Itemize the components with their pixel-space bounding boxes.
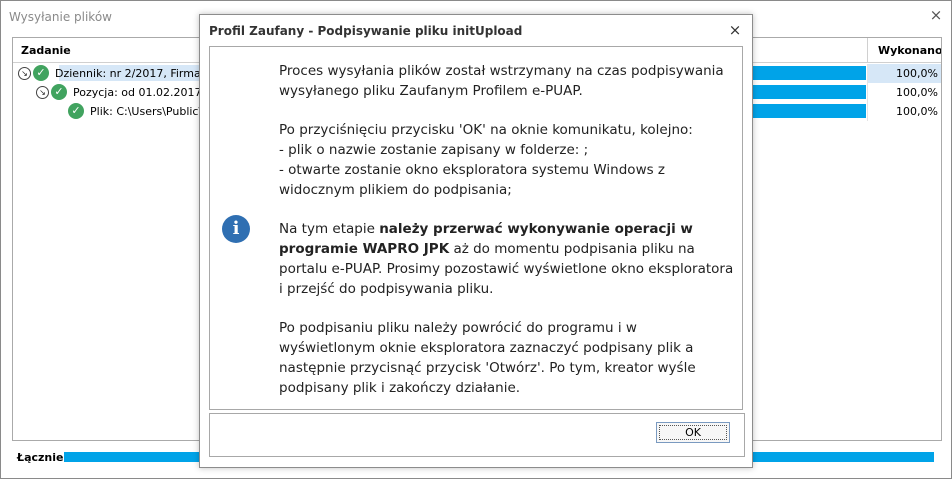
row-percent: 100,0% xyxy=(896,67,938,80)
check-icon: ✓ xyxy=(51,84,67,100)
row-percent: 100,0% xyxy=(896,86,938,99)
message-paragraph-4: Po podpisaniu pliku należy powrócić do p… xyxy=(279,320,696,396)
row-label: Dziennik: nr 2/2017, Firma: fi xyxy=(55,67,215,80)
row-progress-bar xyxy=(753,85,866,99)
row-percent-cell: 100,0% xyxy=(867,83,941,102)
row-progress-bar xyxy=(753,66,866,80)
row-label: Pozycja: od 01.02.2017 do xyxy=(73,86,219,99)
total-label: Łącznie xyxy=(17,451,64,464)
dialog-message: Proces wysyłania plików został wstrzyman… xyxy=(279,62,734,399)
dialog-footer: OK xyxy=(209,413,745,457)
column-header-done-label: Wykonano xyxy=(878,44,942,57)
message-paragraph-1: Proces wysyłania plików został wstrzyman… xyxy=(279,63,724,99)
collapse-icon[interactable]: ↘ xyxy=(18,67,31,80)
info-icon: i xyxy=(222,215,250,243)
ok-button[interactable]: OK xyxy=(656,422,730,443)
check-icon: ✓ xyxy=(68,103,84,119)
dialog-body: i Proces wysyłania plików został wstrzym… xyxy=(209,46,743,410)
upload-window-close-icon[interactable]: × xyxy=(927,6,945,24)
column-header-done[interactable]: Wykonano xyxy=(867,38,942,62)
message-paragraph-3: Na tym etapie należy przerwać wykonywani… xyxy=(279,220,734,299)
row-percent: 100,0% xyxy=(896,105,938,118)
message-text: Na tym etapie xyxy=(279,221,380,238)
row-label: Plik: C:\Users\Public\D xyxy=(90,105,211,118)
message-line: - plik o nazwie zostanie zapisany w fold… xyxy=(279,142,589,159)
check-icon: ✓ xyxy=(33,65,49,81)
row-percent-cell: 100,0% xyxy=(867,64,941,83)
row-progress-bar xyxy=(753,104,866,118)
upload-window-title: Wysyłanie plików xyxy=(9,10,112,24)
row-percent-cell: 100,0% xyxy=(867,102,941,121)
collapse-icon[interactable]: ↘ xyxy=(36,86,49,99)
profil-zaufany-dialog: Profil Zaufany - Podpisywanie pliku init… xyxy=(199,14,753,468)
dialog-title: Profil Zaufany - Podpisywanie pliku init… xyxy=(209,24,523,38)
column-header-task[interactable]: Zadanie xyxy=(21,44,71,57)
message-line: Po przyciśnięciu przycisku 'OK' na oknie… xyxy=(279,122,693,139)
dialog-close-icon[interactable]: × xyxy=(726,21,744,39)
message-line: - otwarte zostanie okno eksploratora sys… xyxy=(279,161,666,198)
message-paragraph-2: Po przyciśnięciu przycisku 'OK' na oknie… xyxy=(279,121,734,200)
